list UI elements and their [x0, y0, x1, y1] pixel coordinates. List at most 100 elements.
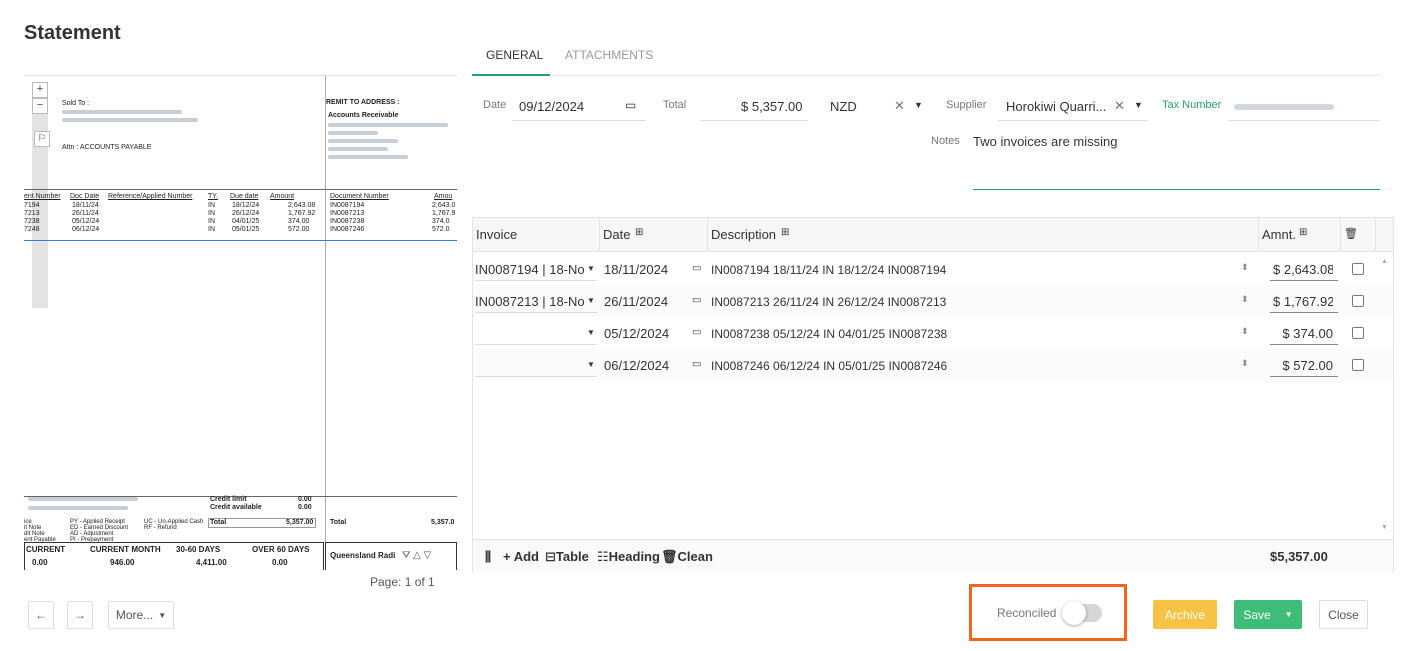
active-tab-indicator [472, 74, 550, 76]
ageing-header: OVER 60 DAYS [252, 545, 310, 554]
invoice-grid: Invoice Date ⊞ Description ⊞ Amnt. ⊞ 🗑 I… [472, 217, 1394, 573]
amount-underline [1270, 280, 1338, 281]
next-button[interactable]: → [67, 601, 93, 629]
table-row: ▼ 06/12/2024 ▭ IN0087246 06/12/24 IN 05/01/… [473, 349, 1393, 382]
tab-attachments[interactable]: ATTACHMENTS [565, 48, 653, 62]
pdf-row-due: 04/01/25 [232, 218, 260, 225]
table-button[interactable]: ⊟Table [545, 549, 589, 565]
more-dropdown[interactable]: More... ▼ [108, 601, 174, 629]
header-amount[interactable]: Amnt. [1262, 227, 1296, 242]
date-input[interactable]: 06/12/2024 [604, 358, 669, 373]
credit-limit-value: 0.00 [298, 496, 312, 503]
save-button[interactable]: Save ▼ [1234, 600, 1302, 629]
row-select-checkbox[interactable] [1352, 263, 1364, 275]
flag-icon[interactable]: ⚐ [34, 131, 50, 147]
invoice-caret-icon[interactable]: ▼ [587, 360, 595, 369]
remit-to-label: REMIT TO ADDRESS : [326, 99, 400, 106]
invoice-select[interactable]: IN0087213 | 18-No [475, 294, 587, 309]
description-input[interactable]: IN0087194 18/11/24 IN 18/12/24 IN0087194 [711, 263, 1231, 277]
stepper-icon[interactable]: ⬍ [1241, 294, 1249, 305]
clear-supplier-icon[interactable]: ✕ [1114, 98, 1125, 114]
invoice-underline [475, 280, 597, 281]
description-column-icon[interactable]: ⊞ [781, 227, 789, 238]
prev-button[interactable]: ← [28, 601, 54, 629]
amount-input[interactable]: $ 2,643.08 [1273, 262, 1333, 277]
calendar-icon[interactable]: ▭ [692, 295, 701, 306]
scroll-down-icon[interactable]: ▼ [1381, 524, 1388, 531]
supplier-caret-icon[interactable]: ▼ [1134, 100, 1143, 110]
pdf-row-date: 06/12/24 [72, 226, 100, 233]
reconciled-toggle-knob[interactable] [1062, 601, 1086, 625]
date-column-icon[interactable]: ⊞ [635, 227, 643, 238]
pdf-column-header: TY. [208, 193, 218, 200]
total-input[interactable]: $ 5,357.00 [741, 99, 802, 114]
row-select-checkbox[interactable] [1352, 295, 1364, 307]
date-input[interactable]: 05/12/2024 [604, 326, 669, 341]
invoice-underline [475, 344, 597, 345]
trash-icon[interactable]: 🗑 [1344, 227, 1358, 240]
more-label: More... [115, 608, 154, 622]
row-select-checkbox[interactable] [1352, 359, 1364, 371]
zoom-in-icon[interactable]: + [32, 82, 48, 98]
amount-input[interactable]: $ 572.00 [1273, 358, 1333, 373]
pdf-column-header: Reference/Applied Number [108, 193, 193, 200]
clean-label: Clean [677, 549, 713, 564]
supplier-select[interactable]: Horokiwi Quarri... [1006, 99, 1106, 114]
ageing-value: 0.00 [32, 558, 48, 567]
table-row: IN0087213 | 18-No ▼ 26/11/2024 ▭ IN0087213 2… [473, 285, 1393, 318]
amount-input[interactable]: $ 1,767.92 [1273, 294, 1333, 309]
notes-textarea[interactable]: Two invoices are missing [973, 134, 1118, 149]
table-row: ▼ 05/12/2024 ▭ IN0087238 05/12/24 IN 04/01/… [473, 317, 1393, 350]
row-select-checkbox[interactable] [1352, 327, 1364, 339]
currency-select[interactable]: NZD [830, 99, 857, 114]
pdf-total-label: Total [210, 519, 227, 526]
scroll-up-icon[interactable]: ▲ [1381, 258, 1388, 265]
zoom-out-icon[interactable]: − [32, 98, 48, 114]
statement-pdf-preview[interactable]: + − ⚐ Sold To : Attn : ACCOUNTS PAYABLE … [24, 75, 457, 570]
save-caret-icon[interactable]: ▼ [1285, 610, 1293, 619]
tax-number-input[interactable] [1234, 104, 1334, 110]
save-label: Save [1243, 607, 1271, 622]
clean-button[interactable]: 🗑Clean [661, 549, 713, 565]
amount-column-icon[interactable]: ⊞ [1299, 227, 1307, 238]
description-input[interactable]: IN0087213 26/11/24 IN 26/12/24 IN0087213 [711, 295, 1231, 309]
grid-scrollbar[interactable]: ▲ ▼ [1379, 254, 1391, 538]
currency-caret-icon[interactable]: ▼ [914, 100, 923, 110]
stepper-icon[interactable]: ⬍ [1241, 262, 1249, 273]
date-input[interactable]: 18/11/2024 [604, 262, 668, 277]
calendar-icon[interactable]: ▭ [625, 98, 636, 112]
invoice-caret-icon[interactable]: ▼ [587, 328, 595, 337]
heading-button[interactable]: ☷Heading [597, 549, 660, 565]
pdf-column-header: Document Number [330, 193, 389, 200]
stepper-icon[interactable]: ⬍ [1241, 358, 1249, 369]
calendar-icon[interactable]: ▭ [692, 263, 701, 274]
credit-limit-label: Credit limit [210, 496, 247, 503]
amount-input[interactable]: $ 374.00 [1273, 326, 1333, 341]
tab-general[interactable]: GENERAL [486, 48, 543, 62]
description-input[interactable]: IN0087246 06/12/24 IN 05/01/25 IN0087246 [711, 359, 1231, 373]
header-description[interactable]: Description [711, 227, 776, 242]
add-row-button[interactable]: + Add [503, 549, 539, 564]
date-input[interactable]: 09/12/2024 [519, 99, 584, 114]
calendar-icon[interactable]: ▭ [692, 359, 701, 370]
calendar-icon[interactable]: ▭ [692, 327, 701, 338]
date-input[interactable]: 26/11/2024 [604, 294, 668, 309]
columns-icon[interactable]: ⫼ [485, 549, 491, 565]
stepper-icon[interactable]: ⬍ [1241, 326, 1249, 337]
header-invoice[interactable]: Invoice [476, 227, 517, 242]
invoice-caret-icon[interactable]: ▼ [587, 264, 595, 273]
pdf-row-number: 7248 [24, 226, 40, 233]
pdf-row-type: IN [208, 226, 215, 233]
invoice-caret-icon[interactable]: ▼ [587, 296, 595, 305]
header-date[interactable]: Date [603, 227, 630, 242]
filter-icons[interactable]: ⛛ △ ▽ [402, 550, 431, 561]
archive-button[interactable]: Archive [1153, 600, 1217, 629]
clear-currency-icon[interactable]: ✕ [894, 98, 905, 114]
credit-available-label: Credit available [210, 504, 262, 511]
heading-label: Heading [608, 549, 660, 564]
description-input[interactable]: IN0087238 05/12/24 IN 04/01/25 IN0087238 [711, 327, 1231, 341]
amount-underline [1270, 344, 1338, 345]
close-button[interactable]: Close [1319, 600, 1368, 629]
pdf-row-amount: 1,767.92 [288, 210, 316, 217]
invoice-select[interactable]: IN0087194 | 18-No [475, 262, 587, 277]
